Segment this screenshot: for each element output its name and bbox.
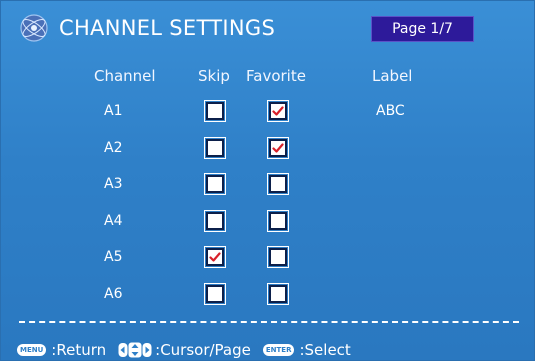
skip-checkbox[interactable]	[204, 209, 226, 232]
channel-row[interactable]: A2	[1, 136, 535, 159]
channel-label[interactable]: ABC	[376, 102, 405, 120]
favorite-checkbox[interactable]	[267, 173, 289, 196]
channel-row[interactable]: A6	[1, 283, 535, 305]
column-header-channel: Channel	[94, 67, 156, 85]
page-title: CHANNEL SETTINGS	[59, 16, 276, 40]
favorite-checkbox[interactable]	[267, 136, 289, 159]
check-mark-icon	[272, 142, 284, 153]
favorite-checkbox[interactable]	[267, 209, 289, 232]
column-header-skip: Skip	[198, 67, 230, 85]
channel-name: A5	[104, 249, 123, 266]
check-mark-icon	[272, 106, 284, 116]
column-header-label: Label	[372, 67, 413, 85]
cursor-page-hint: :Cursor/Page	[155, 341, 251, 359]
channel-row[interactable]: A4	[1, 209, 535, 232]
page-indicator: Page 1/7	[371, 16, 474, 42]
globe-logo-icon	[20, 14, 48, 42]
column-header-favorite: Favorite	[246, 67, 306, 85]
channel-name: A1	[104, 103, 123, 119]
skip-checkbox[interactable]	[204, 173, 226, 196]
channel-name: A2	[104, 139, 123, 156]
channel-name: A4	[104, 212, 123, 229]
skip-checkbox[interactable]	[204, 136, 226, 159]
menu-key-icon: MENU	[17, 344, 47, 356]
check-mark-icon	[209, 252, 221, 262]
footer-divider	[19, 321, 519, 323]
skip-checkbox[interactable]	[204, 283, 226, 305]
favorite-checkbox[interactable]	[267, 100, 289, 122]
select-hint: :Select	[299, 341, 351, 359]
enter-key-icon: ENTER	[262, 344, 295, 356]
channel-name: A3	[104, 176, 123, 193]
favorite-checkbox[interactable]	[267, 283, 289, 305]
return-hint: :Return	[51, 341, 107, 359]
channel-row[interactable]: A5	[1, 246, 535, 269]
skip-checkbox[interactable]	[204, 100, 226, 122]
directional-pad-icon	[118, 342, 152, 358]
channel-row[interactable]: A1 ABC	[1, 100, 535, 122]
footer-help: MENU :Return :Cursor/Page ENTER :Select	[17, 340, 351, 360]
skip-checkbox[interactable]	[204, 246, 226, 269]
osd-panel: CHANNEL SETTINGS Page 1/7 Channel Skip F…	[0, 0, 535, 361]
favorite-checkbox[interactable]	[267, 246, 289, 269]
channel-row[interactable]: A3	[1, 173, 535, 196]
channel-name: A6	[104, 286, 123, 302]
